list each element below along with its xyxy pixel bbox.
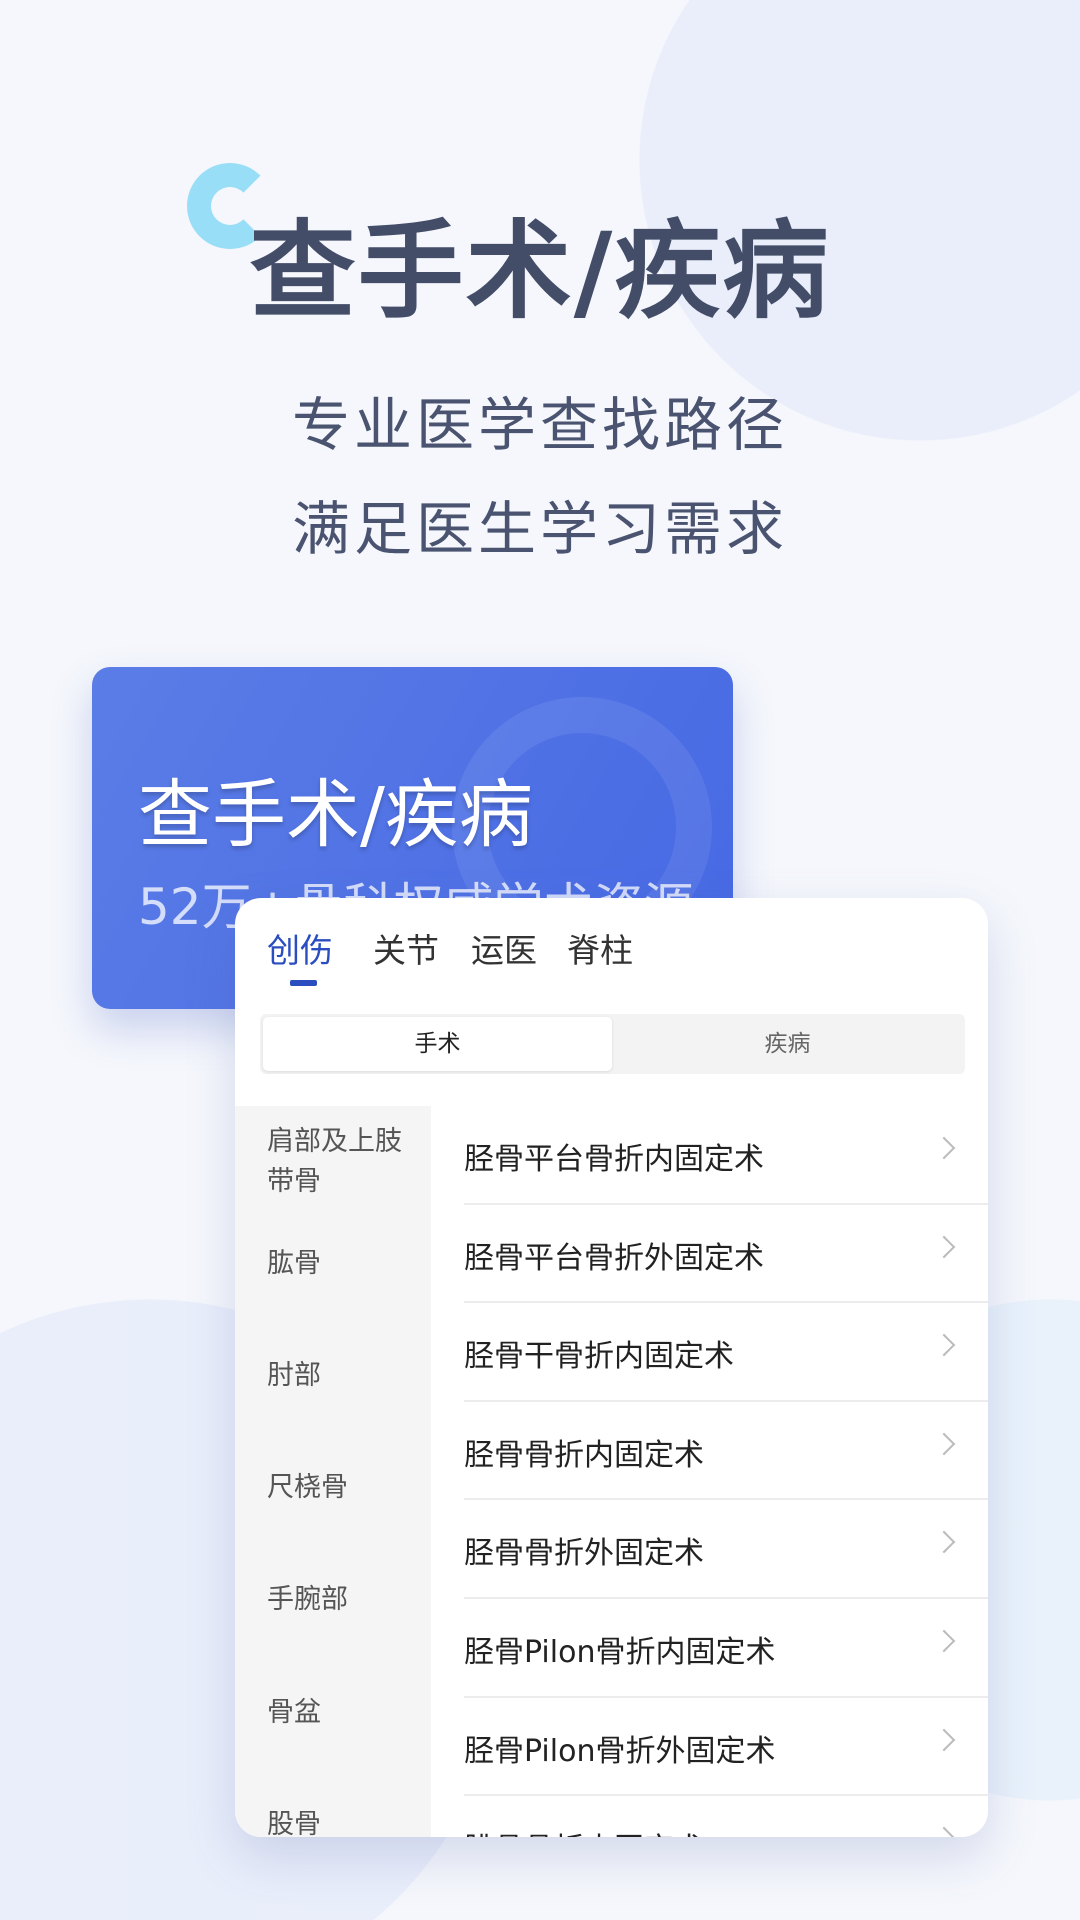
procedure-list: 胫骨平台骨折内固定术 胫骨平台骨折外固定术 胫骨干骨折内固定术 胫骨骨折内固定术… [464, 1106, 988, 1837]
list-item[interactable]: 胫骨干骨折内固定术 [464, 1303, 988, 1402]
segment-surgery[interactable]: 手术 [263, 1017, 612, 1071]
type-segment: 手术 疾病 [260, 1014, 965, 1074]
hero-title: 查手术/疾病 [249, 210, 831, 333]
tab-trauma[interactable]: 创伤 [267, 924, 333, 972]
list-item-label: 腓骨骨折内固定术 [464, 1824, 704, 1837]
list-item[interactable]: 胫骨Pilon骨折内固定术 [464, 1599, 988, 1698]
card-title: 查手术/疾病 [138, 772, 533, 858]
list-item[interactable]: 胫骨骨折外固定术 [464, 1500, 988, 1599]
chevron-right-icon [932, 1136, 956, 1160]
sidebar-item[interactable]: 肩部及上肢带骨 [267, 1122, 417, 1202]
chevron-right-icon [932, 1235, 956, 1258]
hero-line-2: 满足医生学习需求 [291, 495, 788, 563]
category-sidebar: 肩部及上肢带骨 肱骨 肘部 尺桡骨 手腕部 骨盆 股骨 [235, 1106, 431, 1837]
hero-line-1: 专业医学查找路径 [291, 391, 788, 459]
list-item-label: 胫骨骨折外固定术 [464, 1536, 704, 1572]
list-item-label: 胫骨平台骨折内固定术 [464, 1142, 764, 1177]
tab-indicator [290, 980, 317, 986]
list-item-label: 胫骨干骨折内固定术 [464, 1339, 734, 1375]
list-item[interactable]: 胫骨骨折内固定术 [464, 1402, 988, 1501]
list-item[interactable]: 腓骨骨折内固定术 [464, 1796, 988, 1837]
sidebar-item[interactable]: 尺桡骨 [267, 1468, 417, 1508]
tab-spine[interactable]: 脊柱 [567, 924, 633, 972]
sidebar-item[interactable]: 手腕部 [267, 1580, 417, 1620]
list-item[interactable]: 胫骨Pilon骨折外固定术 [464, 1698, 988, 1797]
chevron-right-icon [932, 1333, 956, 1357]
list-item-label: 胫骨Pilon骨折内固定术 [464, 1634, 776, 1670]
list-item-label: 胫骨Pilon骨折外固定术 [464, 1733, 776, 1769]
sidebar-item[interactable]: 骨盆 [267, 1693, 417, 1733]
chevron-right-icon [932, 1531, 956, 1554]
list-item-label: 胫骨平台骨折外固定术 [464, 1240, 764, 1276]
chevron-right-icon [932, 1432, 956, 1456]
sidebar-item[interactable]: 股骨 [267, 1805, 417, 1837]
tab-sports-medicine[interactable]: 运医 [471, 924, 537, 972]
chevron-right-icon [932, 1728, 956, 1751]
list-item-label: 胫骨骨折内固定术 [464, 1437, 704, 1473]
sidebar-item[interactable]: 肘部 [267, 1356, 417, 1396]
chevron-right-icon [932, 1629, 956, 1653]
segment-disease[interactable]: 疾病 [613, 1017, 962, 1071]
sidebar-item[interactable]: 肱骨 [267, 1244, 417, 1284]
list-item[interactable]: 胫骨平台骨折外固定术 [464, 1205, 988, 1304]
chevron-right-icon [932, 1826, 956, 1837]
search-panel: 创伤 关节 运医 脊柱 手术 疾病 肩部及上肢带骨 肱骨 肘部 尺桡骨 手腕部 … [235, 898, 988, 1837]
tab-joint[interactable]: 关节 [373, 924, 439, 972]
list-item[interactable]: 胫骨平台骨折内固定术 [464, 1106, 988, 1205]
